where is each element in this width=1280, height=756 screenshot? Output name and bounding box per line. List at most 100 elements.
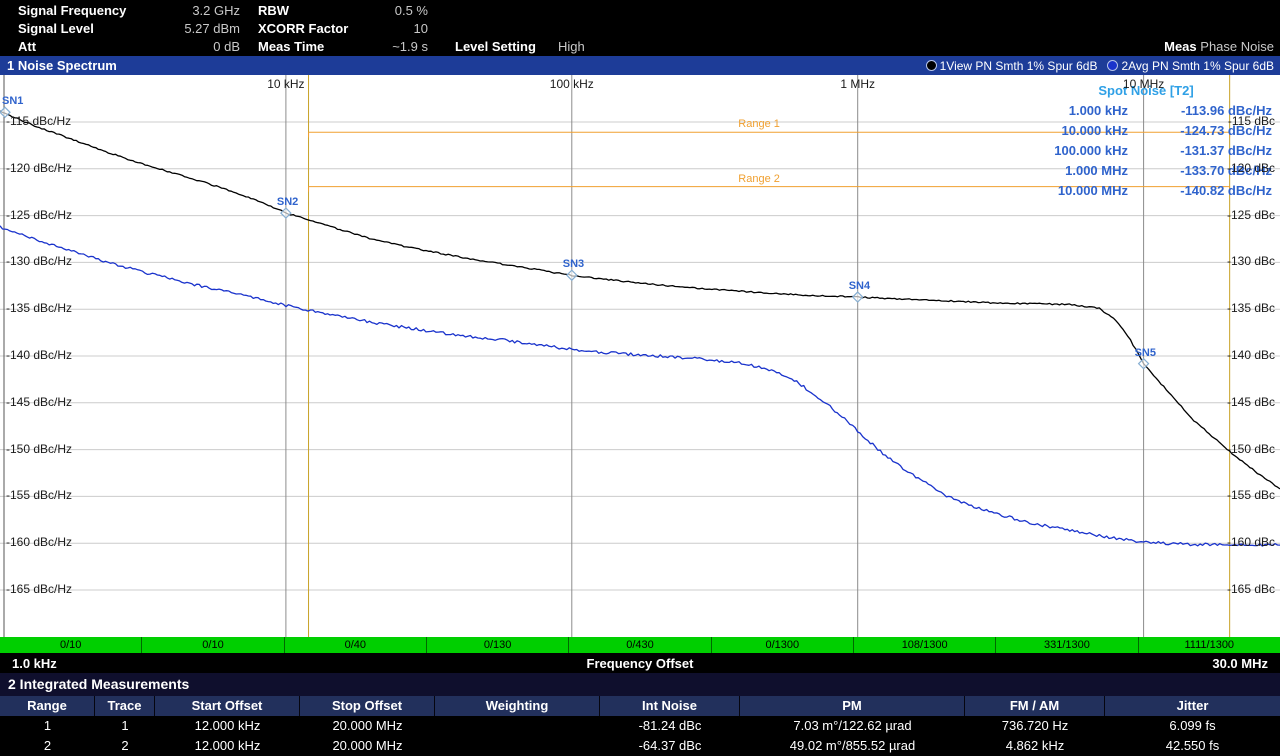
meas-mode-label: Meas: [1164, 39, 1197, 54]
integrated-measurements-title[interactable]: 2 Integrated Measurements: [0, 673, 1280, 696]
trace-1-color-icon: [926, 60, 937, 71]
xcorr-segment: 0/430: [568, 637, 710, 653]
integrated-cell: 7.03 m°/122.62 µrad: [740, 716, 965, 736]
integrated-col-header: Trace: [95, 696, 155, 716]
integrated-row-2: 2212.000 kHz20.000 MHz-64.37 dBc49.02 m°…: [0, 736, 1280, 756]
frequency-axis-bar: 1.0 kHz Frequency Offset 30.0 MHz: [0, 653, 1280, 673]
integrated-cell: 42.550 fs: [1105, 736, 1280, 756]
spot-noise-value: -140.82 dBc/Hz: [1128, 181, 1272, 201]
integrated-table-header: RangeTraceStart OffsetStop OffsetWeighti…: [0, 696, 1280, 716]
integrated-table-body: 1112.000 kHz20.000 MHz-81.24 dBc7.03 m°/…: [0, 716, 1280, 756]
x-decade-label: 100 kHz: [550, 77, 594, 91]
signal-frequency-value[interactable]: 3.2 GHz: [133, 3, 240, 18]
xcorr-progress-bar: 0/100/100/400/1300/4300/1300108/1300331/…: [0, 637, 1280, 653]
legend-trace-2[interactable]: 2Avg PN Smth 1% Spur 6dB: [1107, 59, 1274, 73]
xcorr-segment: 1111/1300: [1138, 637, 1280, 653]
legend-trace-1[interactable]: 1View PN Smth 1% Spur 6dB: [926, 59, 1098, 73]
integrated-cell: 12.000 kHz: [155, 716, 300, 736]
spot-noise-offset: 10.000 MHz: [1020, 181, 1128, 201]
y-tick-left: -130 dBc/Hz: [6, 254, 72, 268]
x-decade-label: 10 kHz: [267, 77, 304, 91]
integrated-cell: 736.720 Hz: [965, 716, 1105, 736]
integrated-cell: 20.000 MHz: [300, 736, 435, 756]
integrated-cell: 49.02 m°/855.52 µrad: [740, 736, 965, 756]
trace-2-curve: [0, 226, 1280, 546]
xcorr-segment: 108/1300: [853, 637, 995, 653]
rbw-value[interactable]: 0.5 %: [330, 3, 428, 18]
integrated-cell: [435, 736, 600, 756]
integrated-col-header: Jitter: [1105, 696, 1280, 716]
axis-stop-frequency: 30.0 MHz: [1212, 656, 1280, 671]
y-tick-left: -115 dBc/Hz: [6, 114, 71, 128]
xcorr-segment: 0/10: [141, 637, 283, 653]
integrated-col-header: PM: [740, 696, 965, 716]
marker-sn3-diamond[interactable]: [567, 270, 577, 280]
signal-level-label: Signal Level: [18, 21, 94, 36]
marker-sn2-diamond[interactable]: [281, 208, 291, 218]
range-label-2: Range 2: [738, 173, 780, 185]
meas-mode-value[interactable]: Phase Noise: [1200, 39, 1274, 54]
xcorr-segment: 0/40: [284, 637, 426, 653]
att-value[interactable]: 0 dB: [133, 39, 240, 54]
integrated-col-header: Start Offset: [155, 696, 300, 716]
spot-noise-row: 10.000 MHz-140.82 dBc/Hz: [1020, 181, 1272, 201]
xcorr-segment: 0/1300: [711, 637, 853, 653]
meas-time-label: Meas Time: [258, 39, 324, 54]
y-tick-left: -155 dBc/Hz: [6, 488, 72, 502]
y-tick-left: -120 dBc/Hz: [6, 161, 72, 175]
meas-mode: Meas Phase Noise: [1164, 39, 1274, 54]
y-tick-right: -150 dBc: [1227, 442, 1275, 456]
integrated-cell: 1: [0, 716, 95, 736]
integrated-cell: 20.000 MHz: [300, 716, 435, 736]
integrated-col-header: Stop Offset: [300, 696, 435, 716]
y-tick-right: -160 dBc: [1227, 535, 1275, 549]
noise-spectrum-chart[interactable]: Spot Noise [T2] 1.000 kHz-113.96 dBc/Hz1…: [0, 75, 1280, 637]
marker-sn4-diamond[interactable]: [853, 292, 863, 302]
legend-trace-1-label: 1View PN Smth 1% Spur 6dB: [940, 59, 1098, 73]
xcorr-segment: 0/10: [0, 637, 141, 653]
xcorr-factor-value[interactable]: 10: [330, 21, 428, 36]
y-tick-left: -145 dBc/Hz: [6, 395, 72, 409]
spot-noise-value: -131.37 dBc/Hz: [1128, 141, 1272, 161]
level-setting-value[interactable]: High: [558, 39, 585, 54]
y-tick-left: -135 dBc/Hz: [6, 301, 72, 315]
legend-trace-2-label: 2Avg PN Smth 1% Spur 6dB: [1121, 59, 1274, 73]
spot-noise-offset: 1.000 MHz: [1020, 161, 1128, 181]
marker-sn4-label: SN4: [849, 280, 870, 292]
marker-sn2-label: SN2: [277, 196, 298, 208]
att-label: Att: [18, 39, 36, 54]
status-header: Signal Frequency 3.2 GHz Signal Level 5.…: [0, 0, 1280, 56]
integrated-cell: 4.862 kHz: [965, 736, 1105, 756]
y-tick-right: -155 dBc: [1227, 488, 1275, 502]
y-tick-left: -150 dBc/Hz: [6, 442, 72, 456]
integrated-cell: 6.099 fs: [1105, 716, 1280, 736]
y-tick-left: -125 dBc/Hz: [6, 208, 72, 222]
spot-noise-offset: 10.000 kHz: [1020, 121, 1128, 141]
y-tick-right: -140 dBc: [1227, 348, 1275, 362]
window-title: 1 Noise Spectrum: [0, 58, 117, 73]
marker-sn3-label: SN3: [563, 258, 584, 270]
integrated-cell: [435, 716, 600, 736]
xcorr-segment: 331/1300: [995, 637, 1137, 653]
integrated-col-header: FM / AM: [965, 696, 1105, 716]
range-label-1: Range 1: [738, 118, 780, 130]
integrated-col-header: Weighting: [435, 696, 600, 716]
marker-sn1-label: SN1: [2, 95, 23, 107]
integrated-col-header: Range: [0, 696, 95, 716]
y-tick-right: -115 dBc: [1228, 114, 1275, 128]
integrated-cell: 12.000 kHz: [155, 736, 300, 756]
axis-start-frequency: 1.0 kHz: [0, 656, 57, 671]
axis-title: Frequency Offset: [587, 656, 694, 671]
y-tick-right: -120 dBc: [1227, 161, 1275, 175]
signal-level-value[interactable]: 5.27 dBm: [133, 21, 240, 36]
x-decade-label: 1 MHz: [840, 77, 875, 91]
noise-spectrum-title-bar[interactable]: 1 Noise Spectrum 1View PN Smth 1% Spur 6…: [0, 56, 1280, 75]
xcorr-segment: 0/130: [426, 637, 568, 653]
y-tick-left: -165 dBc/Hz: [6, 582, 72, 596]
y-tick-left: -140 dBc/Hz: [6, 348, 72, 362]
marker-sn5-label: SN5: [1135, 347, 1156, 359]
y-tick-right: -145 dBc: [1227, 395, 1275, 409]
rbw-label: RBW: [258, 3, 289, 18]
meas-time-value[interactable]: ~1.9 s: [330, 39, 428, 54]
integrated-cell: -81.24 dBc: [600, 716, 740, 736]
